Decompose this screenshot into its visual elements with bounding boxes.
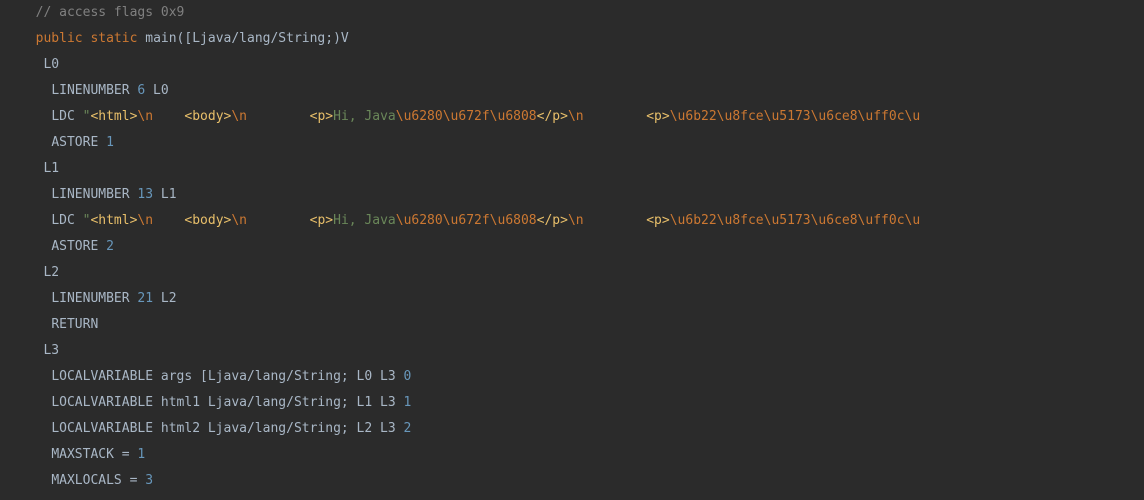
code-token-tag: <p> xyxy=(646,109,669,124)
code-line[interactable]: LOCALVARIABLE html2 Ljava/lang/String; L… xyxy=(20,416,1124,442)
code-token-tag: </p> xyxy=(537,109,568,124)
code-line[interactable]: LOCALVARIABLE html1 Ljava/lang/String; L… xyxy=(20,390,1124,416)
code-line[interactable]: LINENUMBER 13 L1 xyxy=(20,182,1124,208)
code-token-escape: \u6b22\u8fce\u5173\u6ce8\uff0c\u xyxy=(670,213,920,228)
code-token-escape: \n xyxy=(231,109,247,124)
code-token-number: 13 xyxy=(137,187,153,202)
code-token-string xyxy=(247,109,310,124)
code-token-escape: \n xyxy=(568,213,584,228)
code-token-escape: \u6280\u672f\u6808 xyxy=(396,109,537,124)
code-token-string xyxy=(247,213,310,228)
code-line[interactable]: // access flags 0x9 xyxy=(20,0,1124,26)
code-line[interactable]: MAXSTACK = 1 xyxy=(20,442,1124,468)
code-line[interactable]: L2 xyxy=(20,260,1124,286)
code-token-number: 1 xyxy=(106,135,114,150)
code-token-text: L0 xyxy=(43,57,59,72)
code-token-escape: \n xyxy=(137,109,153,124)
code-token-tag: <p> xyxy=(646,213,669,228)
code-token-string xyxy=(584,109,647,124)
code-token-string xyxy=(584,213,647,228)
code-token-text: LINENUMBER xyxy=(51,83,137,98)
code-line[interactable]: L0 xyxy=(20,52,1124,78)
code-token-escape: \u6b22\u8fce\u5173\u6ce8\uff0c\u xyxy=(670,109,920,124)
code-token-escape: \u6280\u672f\u6808 xyxy=(396,213,537,228)
code-token-text: L2 xyxy=(153,291,176,306)
code-line[interactable]: L3 xyxy=(20,338,1124,364)
code-token-text: ASTORE xyxy=(51,239,106,254)
code-token-number: 3 xyxy=(145,473,153,488)
code-line[interactable]: LINENUMBER 21 L2 xyxy=(20,286,1124,312)
code-token-number: 0 xyxy=(404,369,412,384)
code-token-text: LINENUMBER xyxy=(51,291,137,306)
code-token-text: LDC xyxy=(51,213,82,228)
code-token-string: Hi, Java xyxy=(333,109,396,124)
code-token-number: 1 xyxy=(404,395,412,410)
code-token-tag: <body> xyxy=(184,109,231,124)
code-token-number: 2 xyxy=(106,239,114,254)
code-line[interactable]: LOCALVARIABLE args [Ljava/lang/String; L… xyxy=(20,364,1124,390)
code-line[interactable]: ASTORE 1 xyxy=(20,130,1124,156)
code-token-tag: </p> xyxy=(537,213,568,228)
code-line[interactable]: LDC "<html>\n <body>\n <p>Hi, Java\u6280… xyxy=(20,104,1124,130)
code-token-text: LOCALVARIABLE args [Ljava/lang/String; L… xyxy=(51,369,403,384)
code-line[interactable]: MAXLOCALS = 3 xyxy=(20,468,1124,494)
code-token-text: L1 xyxy=(153,187,176,202)
code-token-text: L3 xyxy=(43,343,59,358)
code-token-text: L2 xyxy=(43,265,59,280)
code-line[interactable]: LINENUMBER 6 L0 xyxy=(20,78,1124,104)
code-token-text: MAXSTACK = xyxy=(51,447,137,462)
code-token-tag: <p> xyxy=(310,109,333,124)
code-token-text: MAXLOCALS = xyxy=(51,473,145,488)
code-token-escape: \n xyxy=(137,213,153,228)
code-token-string xyxy=(153,109,184,124)
code-token-string: Hi, Java xyxy=(333,213,396,228)
code-line[interactable]: public static main([Ljava/lang/String;)V xyxy=(20,26,1124,52)
code-token-keyword: static xyxy=(90,31,137,46)
code-token-tag: <html> xyxy=(90,213,137,228)
code-token-string xyxy=(153,213,184,228)
code-line[interactable]: L1 xyxy=(20,156,1124,182)
code-editor[interactable]: // access flags 0x9 public static main([… xyxy=(0,0,1144,494)
code-line[interactable]: ASTORE 2 xyxy=(20,234,1124,260)
code-token-comment: // access flags 0x9 xyxy=(36,5,185,20)
code-token-escape: \n xyxy=(231,213,247,228)
code-token-keyword: public xyxy=(36,31,83,46)
code-token-tag: <p> xyxy=(310,213,333,228)
code-token-text: RETURN xyxy=(51,317,98,332)
code-token-text: LINENUMBER xyxy=(51,187,137,202)
code-token-text: LOCALVARIABLE html1 Ljava/lang/String; L… xyxy=(51,395,403,410)
code-token-text: main([Ljava/lang/String;)V xyxy=(137,31,348,46)
code-token-number: 21 xyxy=(137,291,153,306)
code-token-text: L1 xyxy=(43,161,59,176)
code-token-number: 1 xyxy=(137,447,145,462)
code-token-escape: \n xyxy=(568,109,584,124)
code-line[interactable]: RETURN xyxy=(20,312,1124,338)
code-token-tag: <html> xyxy=(90,109,137,124)
code-token-text: LDC xyxy=(51,109,82,124)
code-token-text: L0 xyxy=(145,83,168,98)
code-line[interactable]: LDC "<html>\n <body>\n <p>Hi, Java\u6280… xyxy=(20,208,1124,234)
code-token-text: ASTORE xyxy=(51,135,106,150)
code-token-tag: <body> xyxy=(184,213,231,228)
code-token-text: LOCALVARIABLE html2 Ljava/lang/String; L… xyxy=(51,421,403,436)
code-token-number: 2 xyxy=(404,421,412,436)
